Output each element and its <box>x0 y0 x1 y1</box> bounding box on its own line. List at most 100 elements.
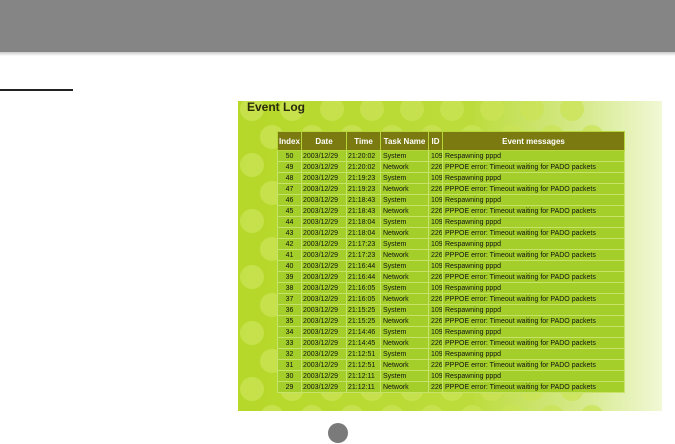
panel-title: Event Log <box>247 101 306 114</box>
table-row: 40 2003/12/29 21:16:44 System 109 Respawning … <box>277 260 625 272</box>
cell-index: 39 <box>277 271 302 283</box>
cell-event-message: PPPOE error: Timeout waiting for PADO pa… <box>442 359 625 371</box>
cell-time: 21:16:44 <box>346 271 381 283</box>
cell-task-name: System <box>380 216 429 228</box>
decorative-dot <box>240 265 264 289</box>
decorative-dot <box>240 377 264 401</box>
cell-event-message: PPPOE error: Timeout waiting for PADO pa… <box>442 205 625 217</box>
cell-time: 21:20:02 <box>346 161 381 173</box>
cell-date: 2003/12/29 <box>301 282 347 294</box>
table-row: 33 2003/12/29 21:14:45 Network 226 PPPOE erro… <box>277 337 625 349</box>
cell-time: 21:12:51 <box>346 348 381 360</box>
cell-time: 21:12:11 <box>346 381 381 393</box>
cell-date: 2003/12/29 <box>301 161 347 173</box>
table-row: 39 2003/12/29 21:16:44 Network 226 PPPOE erro… <box>277 271 625 283</box>
cell-id: 109 <box>428 370 443 382</box>
table-row: 47 2003/12/29 21:19:23 Network 226 PPPOE erro… <box>277 183 625 195</box>
cell-task-name: Network <box>380 381 429 393</box>
cell-id: 226 <box>428 359 443 371</box>
cell-date: 2003/12/29 <box>301 381 347 393</box>
cell-id: 109 <box>428 150 443 162</box>
cell-index: 46 <box>277 194 302 206</box>
cell-id: 226 <box>428 315 443 327</box>
event-log-table: Index Date Time Task Name ID Event messa… <box>277 131 625 393</box>
cell-date: 2003/12/29 <box>301 271 347 283</box>
cell-date: 2003/12/29 <box>301 370 347 382</box>
table-row: 50 2003/12/29 21:20:02 System 109 Respawning … <box>277 150 625 162</box>
cell-task-name: System <box>380 238 429 250</box>
cell-task-name: Network <box>380 315 429 327</box>
cell-task-name: System <box>380 326 429 338</box>
cell-event-message: PPPOE error: Timeout waiting for PADO pa… <box>442 337 625 349</box>
cell-event-message: Respawning pppd <box>442 216 625 228</box>
column-header-time: Time <box>346 131 381 151</box>
cell-event-message: Respawning pppd <box>442 370 625 382</box>
decorative-dot <box>480 101 504 121</box>
cell-date: 2003/12/29 <box>301 293 347 305</box>
cell-index: 47 <box>277 183 302 195</box>
cell-task-name: System <box>380 348 429 360</box>
column-header-task-name: Task Name <box>380 131 429 151</box>
cell-task-name: System <box>380 304 429 316</box>
decorative-dot <box>501 405 523 411</box>
cell-date: 2003/12/29 <box>301 326 347 338</box>
cell-id: 226 <box>428 293 443 305</box>
cell-id: 226 <box>428 381 443 393</box>
cell-time: 21:19:23 <box>346 183 381 195</box>
table-row: 31 2003/12/29 21:12:51 Network 226 PPPOE erro… <box>277 359 625 371</box>
cell-time: 21:16:05 <box>346 282 381 294</box>
cell-task-name: Network <box>380 183 429 195</box>
decorative-dot <box>240 209 264 233</box>
cell-index: 44 <box>277 216 302 228</box>
decorative-dot <box>520 101 544 121</box>
cell-id: 226 <box>428 227 443 239</box>
cell-index: 32 <box>277 348 302 360</box>
cell-id: 109 <box>428 348 443 360</box>
decorative-dot <box>301 405 323 411</box>
cell-event-message: PPPOE error: Timeout waiting for PADO pa… <box>442 293 625 305</box>
cell-id: 109 <box>428 238 443 250</box>
decorative-dot <box>320 101 344 121</box>
cell-event-message: PPPOE error: Timeout waiting for PADO pa… <box>442 183 625 195</box>
table-row: 43 2003/12/29 21:18:04 Network 226 PPPOE erro… <box>277 227 625 239</box>
decorative-dot <box>461 405 483 411</box>
cell-task-name: Network <box>380 293 429 305</box>
event-log-rows: 50 2003/12/29 21:20:02 System 109 Respawning … <box>277 150 625 393</box>
cell-date: 2003/12/29 <box>301 348 347 360</box>
cell-id: 109 <box>428 304 443 316</box>
cell-date: 2003/12/29 <box>301 183 347 195</box>
table-row: 49 2003/12/29 21:20:02 Network 226 PPPOE erro… <box>277 161 625 173</box>
cell-event-message: Respawning pppd <box>442 304 625 316</box>
table-row: 36 2003/12/29 21:15:25 System 109 Respawning … <box>277 304 625 316</box>
cell-time: 21:15:25 <box>346 315 381 327</box>
decorative-dot <box>440 101 464 121</box>
cell-date: 2003/12/29 <box>301 150 347 162</box>
cell-id: 226 <box>428 337 443 349</box>
cell-date: 2003/12/29 <box>301 172 347 184</box>
table-row: 32 2003/12/29 21:12:51 System 109 Respawning … <box>277 348 625 360</box>
decorative-dot <box>240 153 264 177</box>
cell-index: 31 <box>277 359 302 371</box>
cell-event-message: PPPOE error: Timeout waiting for PADO pa… <box>442 271 625 283</box>
cell-time: 21:17:23 <box>346 249 381 261</box>
table-row: 38 2003/12/29 21:16:05 System 109 Respawning … <box>277 282 625 294</box>
decorative-dot <box>381 405 403 411</box>
cell-event-message: PPPOE error: Timeout waiting for PADO pa… <box>442 227 625 239</box>
cell-index: 35 <box>277 315 302 327</box>
cell-event-message: PPPOE error: Timeout waiting for PADO pa… <box>442 249 625 261</box>
cell-date: 2003/12/29 <box>301 304 347 316</box>
cell-index: 33 <box>277 337 302 349</box>
decorative-dot <box>421 405 443 411</box>
table-row: 34 2003/12/29 21:14:46 System 109 Respawning … <box>277 326 625 338</box>
cell-task-name: Network <box>380 337 429 349</box>
cell-index: 37 <box>277 293 302 305</box>
cell-time: 21:14:45 <box>346 337 381 349</box>
header-bar <box>0 0 675 52</box>
table-row: 30 2003/12/29 21:12:11 System 109 Respawning … <box>277 370 625 382</box>
cell-date: 2003/12/29 <box>301 205 347 217</box>
cell-time: 21:19:23 <box>346 172 381 184</box>
cell-index: 30 <box>277 370 302 382</box>
cell-date: 2003/12/29 <box>301 260 347 272</box>
table-row: 48 2003/12/29 21:19:23 System 109 Respawning … <box>277 172 625 184</box>
decorative-dot <box>400 101 424 121</box>
